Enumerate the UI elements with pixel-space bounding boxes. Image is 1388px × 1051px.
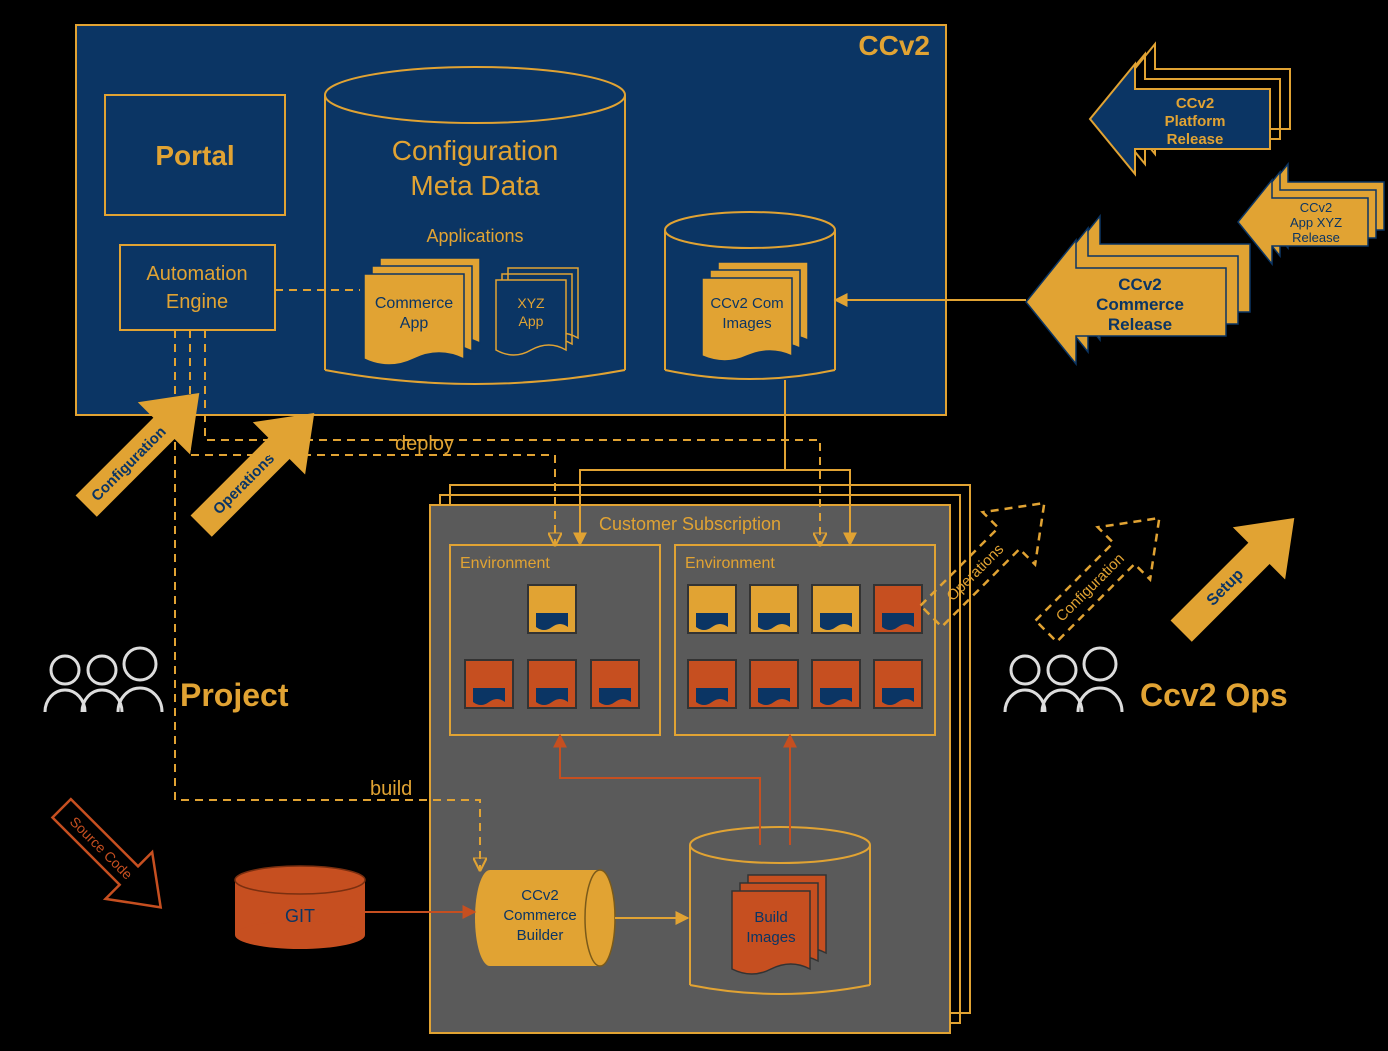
svg-text:Images: Images <box>722 315 771 332</box>
svg-text:Environment: Environment <box>460 555 550 572</box>
svg-text:Release: Release <box>1167 131 1224 148</box>
svg-text:App: App <box>519 313 544 329</box>
xyz-app-doc: XYZ App <box>496 268 578 355</box>
users-icon-right <box>1005 648 1122 712</box>
svg-text:CCv2: CCv2 <box>1118 275 1161 294</box>
arrow-configuration-right: Configuration <box>1020 492 1185 657</box>
git-label: GIT <box>285 906 315 926</box>
svg-text:CCv2 Com: CCv2 Com <box>710 295 783 312</box>
config-metadata-l2: Meta Data <box>410 170 540 201</box>
project-label: Project <box>180 677 289 713</box>
applications-label: Applications <box>426 226 523 246</box>
commerce-app-doc: Commerce App <box>364 258 480 365</box>
svg-text:Commerce: Commerce <box>1096 295 1184 314</box>
subscription-title: Customer Subscription <box>599 514 781 534</box>
svg-text:CCv2: CCv2 <box>1176 95 1214 112</box>
automation-engine-l1: Automation <box>146 263 247 285</box>
svg-text:Operations: Operations <box>210 450 278 518</box>
svg-text:Release: Release <box>1292 230 1340 245</box>
users-icon-left <box>45 648 162 712</box>
svg-text:Platform: Platform <box>1165 113 1226 130</box>
svg-text:Source Code: Source Code <box>67 813 136 882</box>
svg-text:CCv2: CCv2 <box>521 887 559 904</box>
architecture-diagram: CCv2 Portal Automation Engine Configurat… <box>0 0 1388 1051</box>
config-metadata-l1: Configuration <box>392 135 559 166</box>
arrow-source-code: Source Code <box>38 785 184 931</box>
arrow-app-xyz-release: CCv2 App XYZ Release <box>1238 164 1384 264</box>
build-label: build <box>370 778 412 800</box>
svg-text:Release: Release <box>1108 315 1172 334</box>
arrow-setup: Setup <box>1155 492 1320 657</box>
ccv2-container: CCv2 Portal Automation Engine Configurat… <box>76 25 946 415</box>
portal-label: Portal <box>155 140 234 171</box>
svg-text:App XYZ: App XYZ <box>1290 215 1342 230</box>
commerce-builder-cylinder: CCv2 Commerce Builder <box>475 870 615 966</box>
arrow-commerce-release: CCv2 Commerce Release <box>1026 216 1250 364</box>
svg-text:Environment: Environment <box>685 555 775 572</box>
svg-text:Commerce: Commerce <box>503 907 576 924</box>
svg-text:Commerce: Commerce <box>375 295 453 312</box>
svg-text:App: App <box>400 315 429 332</box>
svg-text:Images: Images <box>746 929 795 946</box>
svg-text:XYZ: XYZ <box>517 295 545 311</box>
deploy-label: deploy <box>395 433 454 455</box>
arrow-platform-release: CCv2 Platform Release <box>1090 44 1290 174</box>
ccv2-ops-label: Ccv2 Ops <box>1140 677 1288 713</box>
subscription-stack: Customer Subscription Environment <box>430 485 970 1033</box>
svg-text:Build: Build <box>754 909 787 926</box>
automation-engine-l2: Engine <box>166 291 228 313</box>
svg-text:Builder: Builder <box>517 927 564 944</box>
ccv2-title: CCv2 <box>858 30 930 61</box>
svg-text:CCv2: CCv2 <box>1300 200 1333 215</box>
git-cylinder: GIT <box>235 866 365 949</box>
svg-text:Configuration: Configuration <box>1053 550 1128 625</box>
svg-text:Configuration: Configuration <box>88 423 170 505</box>
